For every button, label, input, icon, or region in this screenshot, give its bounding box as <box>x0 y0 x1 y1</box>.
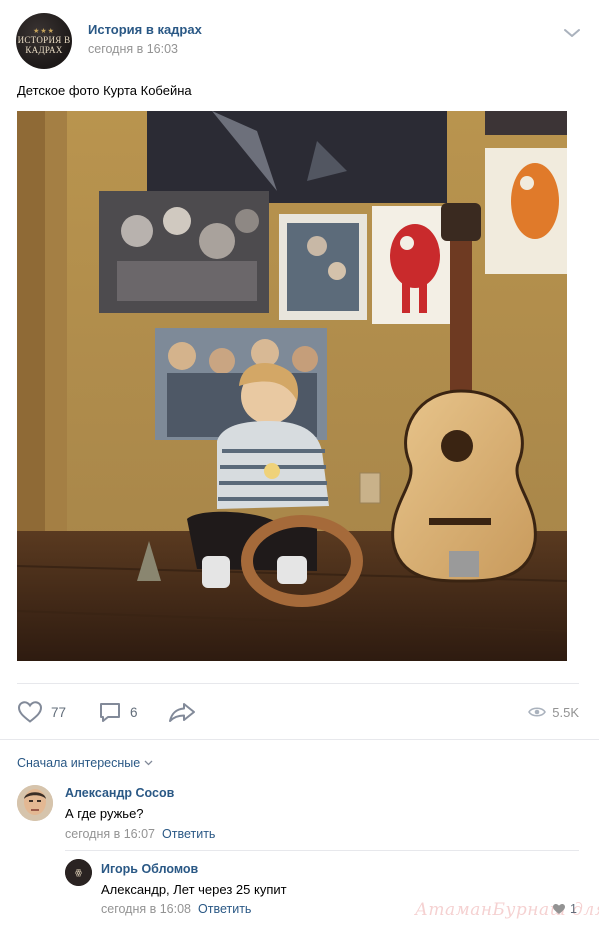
comment-button[interactable]: 6 <box>98 697 138 727</box>
post-header: ★★★ ИСТОРИЯ В КАДРАХ История в кадрах се… <box>16 13 583 69</box>
avatar[interactable] <box>17 785 53 821</box>
views-count: 5.5K <box>552 704 579 720</box>
comments-sort-dropdown[interactable]: Сначала интересные <box>17 756 153 770</box>
chevron-down-icon[interactable] <box>563 27 581 39</box>
reply-button[interactable]: Ответить <box>198 902 251 916</box>
group-avatar[interactable]: ★★★ ИСТОРИЯ В КАДРАХ <box>16 13 72 69</box>
eye-icon <box>528 707 547 717</box>
group-name-link[interactable]: История в кадрах <box>88 22 202 37</box>
reply-button[interactable]: Ответить <box>162 827 215 841</box>
heart-icon <box>553 904 566 914</box>
comment-divider <box>65 850 579 851</box>
share-button[interactable] <box>168 697 196 727</box>
comment-time[interactable]: сегодня в 16:08 <box>101 902 191 916</box>
share-icon <box>169 703 195 722</box>
comment-like-button[interactable]: 1 <box>552 902 577 916</box>
post-time[interactable]: сегодня в 16:03 <box>88 42 178 56</box>
post-photo[interactable] <box>17 111 567 661</box>
comment-text: А где ружье? <box>65 806 144 821</box>
avatar[interactable]: ꙮ <box>65 859 92 886</box>
group-logo-text: ИСТОРИЯ В КАДРАХ <box>17 34 71 55</box>
comment-item: Александр Сосов А где ружье? сегодня в 1… <box>17 785 579 845</box>
photo-of-child-with-guitar-icon <box>17 111 567 661</box>
chevron-down-icon <box>144 760 153 766</box>
star-icon: ★★★ <box>33 27 55 35</box>
comment-meta: сегодня в 16:07 Ответить <box>65 827 215 841</box>
post-text: Детское фото Курта Кобейна <box>17 83 192 98</box>
comment-text: Александр, Лет через 25 купит <box>101 882 287 897</box>
views-counter: 5.5K <box>528 697 579 727</box>
comment-likes-count: 1 <box>570 902 577 916</box>
comment-time[interactable]: сегодня в 16:07 <box>65 827 155 841</box>
comments-sort-label: Сначала интересные <box>17 756 141 770</box>
likes-count: 77 <box>51 704 67 720</box>
group-logo-avatar-icon: ꙮ <box>65 859 92 886</box>
post-actions: 77 6 5.5K <box>17 697 579 727</box>
svg-text:ꙮ: ꙮ <box>75 868 82 877</box>
like-button[interactable]: 77 <box>17 697 66 727</box>
actions-divider-bottom <box>0 739 599 740</box>
comment-meta: сегодня в 16:08 Ответить <box>101 902 251 916</box>
user-avatar-icon <box>17 785 53 821</box>
comment-icon <box>100 703 120 722</box>
heart-icon <box>17 701 43 723</box>
comments-count: 6 <box>130 704 138 720</box>
comment-author-link[interactable]: Александр Сосов <box>65 786 174 800</box>
actions-divider-top <box>17 683 579 684</box>
comment-author-link[interactable]: Игорь Обломов <box>101 862 198 876</box>
